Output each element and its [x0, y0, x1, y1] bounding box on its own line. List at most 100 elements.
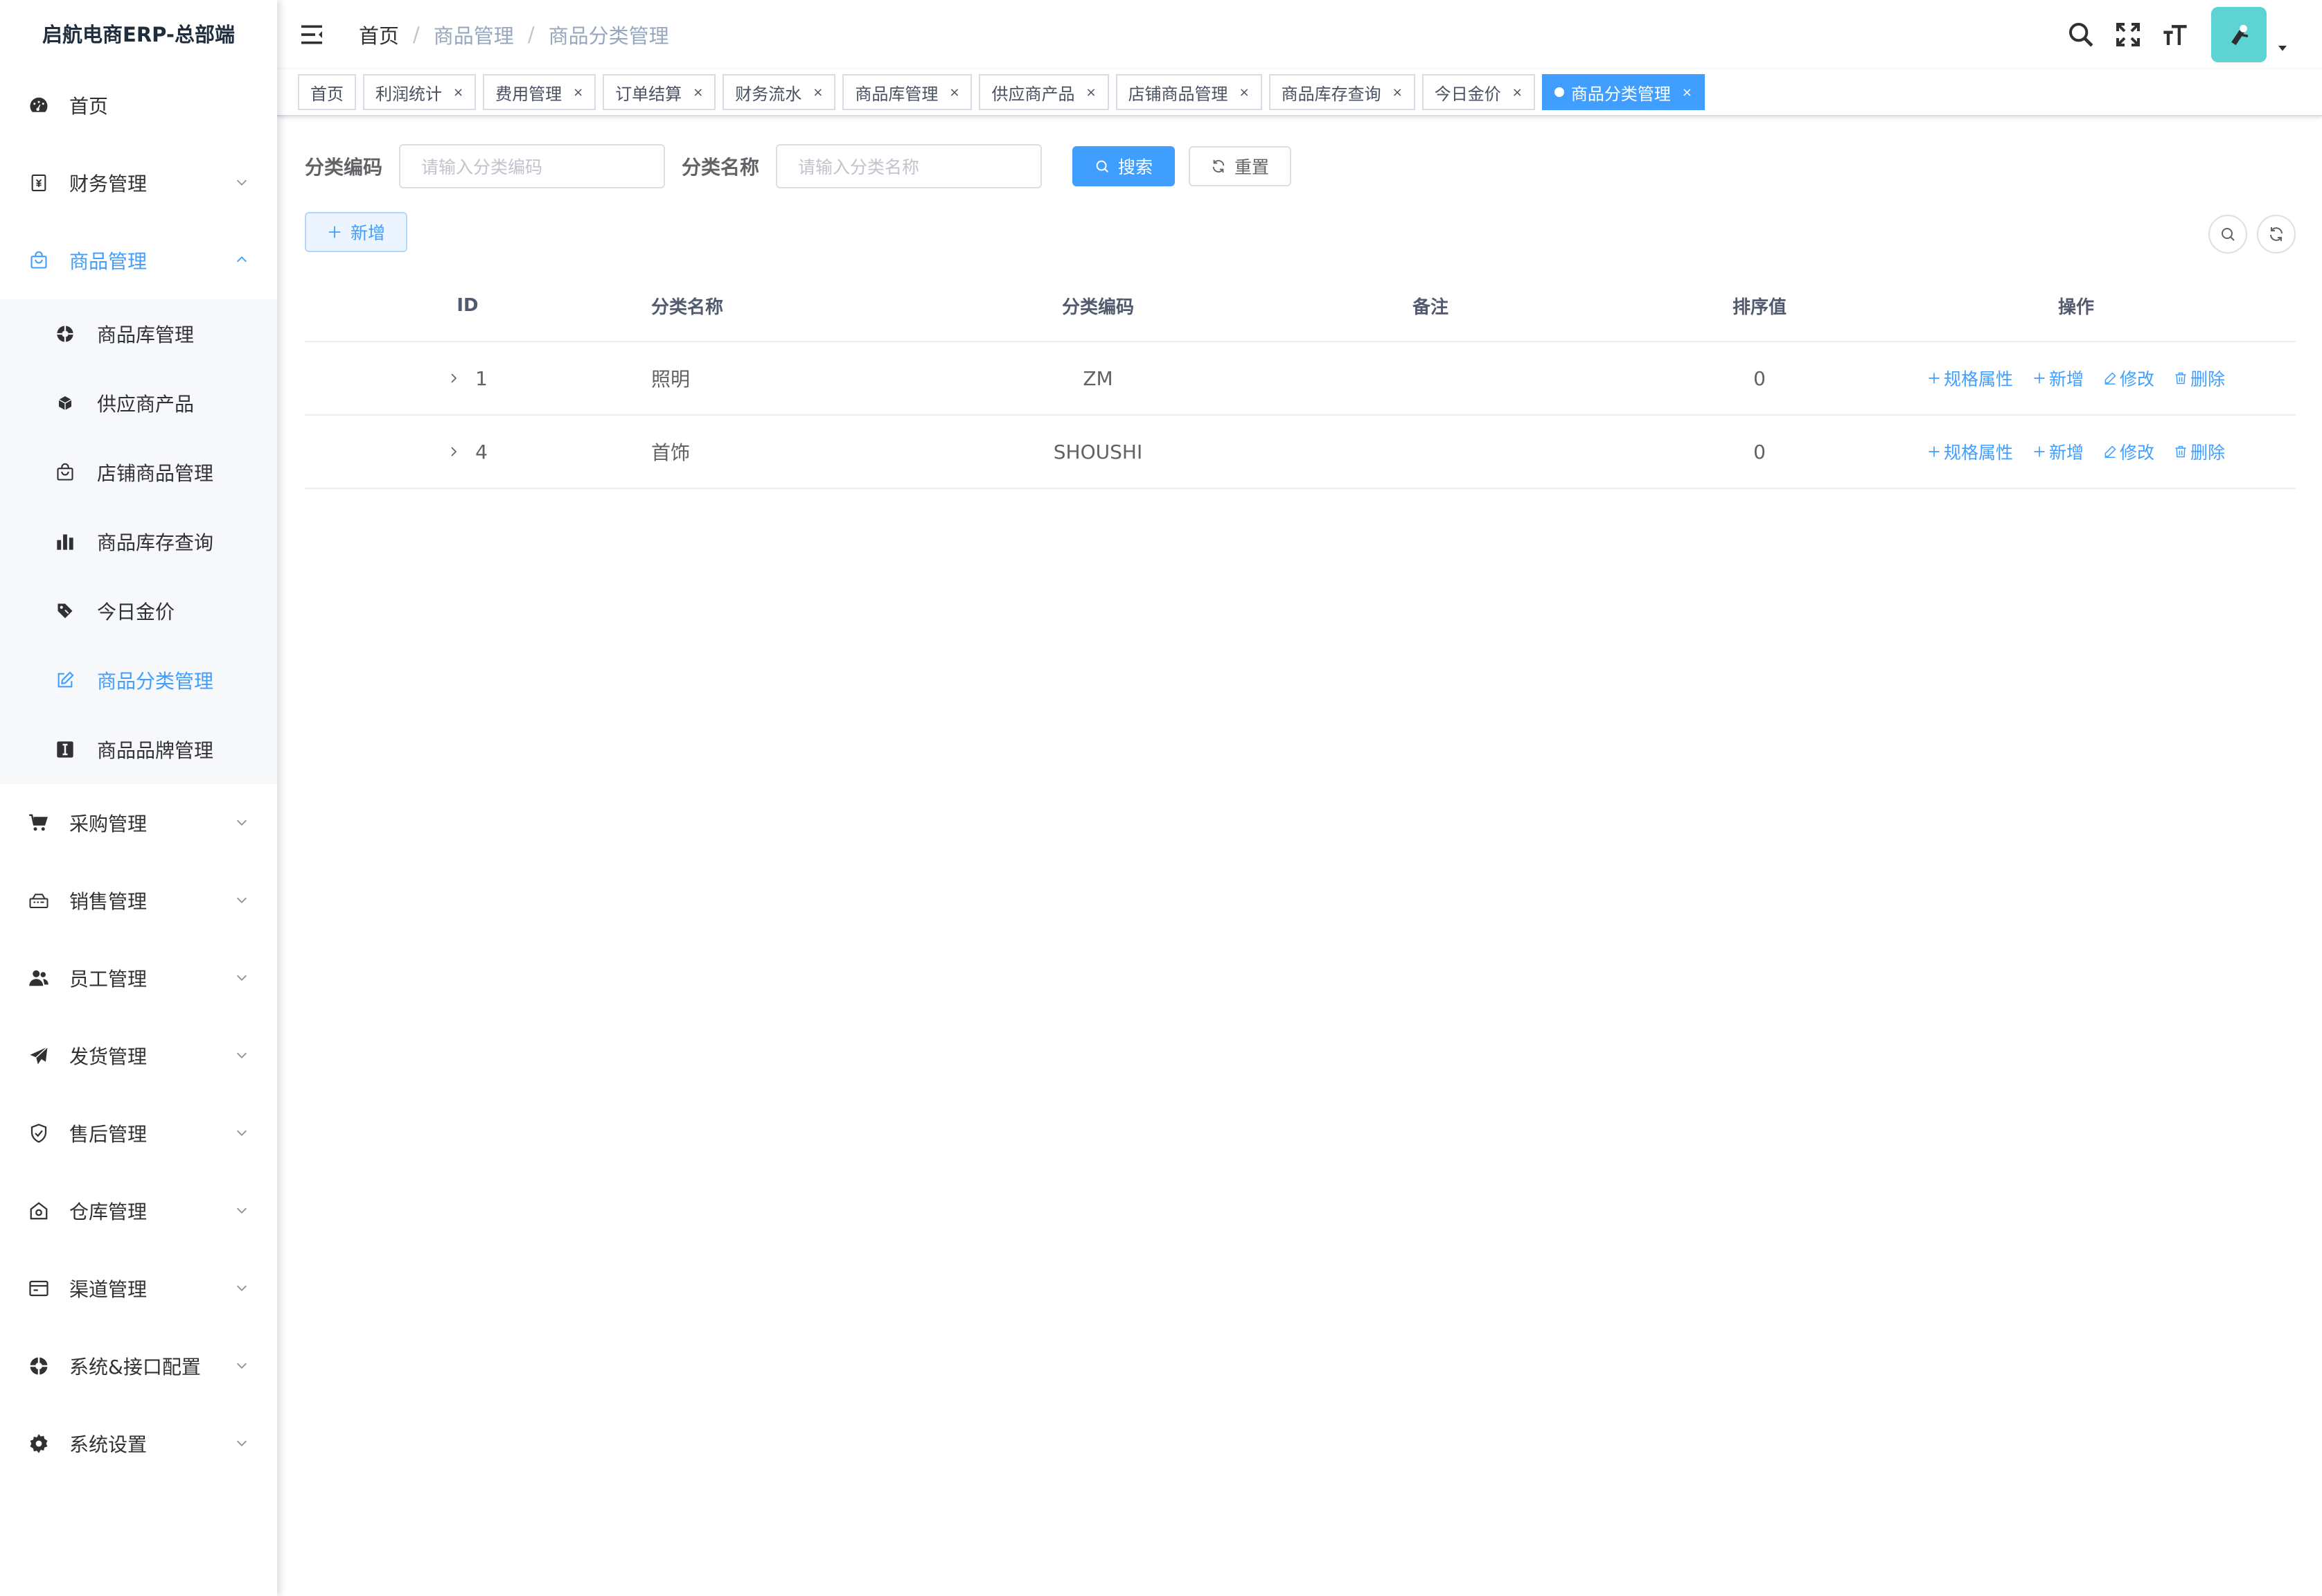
- edit-button[interactable]: 修改: [2103, 439, 2154, 464]
- sidebar-subitem-supplier-products[interactable]: 供应商产品: [0, 369, 277, 438]
- sidebar-item-home[interactable]: 首页: [0, 66, 277, 144]
- chevron-down-icon: [234, 892, 249, 907]
- add-child-button[interactable]: 新增: [2032, 439, 2084, 464]
- action-label: 新增: [2048, 443, 2084, 463]
- font-size-icon[interactable]: [2160, 19, 2190, 50]
- tag-settlement[interactable]: 订单结算 ×: [603, 74, 716, 110]
- delete-button[interactable]: 删除: [2174, 439, 2225, 464]
- close-icon[interactable]: ×: [949, 85, 959, 100]
- tag-stock-query[interactable]: 商品库存查询 ×: [1268, 74, 1415, 110]
- close-icon[interactable]: ×: [1512, 85, 1523, 100]
- trash-icon: [2174, 445, 2188, 459]
- category-code-placeholder: 请输入分类编码: [421, 157, 543, 177]
- breadcrumb-goods: 商品管理: [433, 24, 514, 48]
- close-icon[interactable]: ×: [573, 85, 583, 100]
- sidebar-item-channel[interactable]: 渠道管理: [0, 1250, 277, 1327]
- sidebar-item-aftersale[interactable]: 售后管理: [0, 1094, 277, 1172]
- trash-icon: [2174, 371, 2188, 385]
- tag-cashflow[interactable]: 财务流水 ×: [723, 74, 836, 110]
- sidebar-item-label: 系统&接口配置: [69, 1356, 201, 1378]
- reset-button[interactable]: 重置: [1189, 146, 1292, 186]
- column-header-id: ID: [457, 295, 479, 316]
- toggle-search-button[interactable]: [2208, 215, 2247, 254]
- config-icon: [25, 1352, 53, 1380]
- breadcrumb-separator: /: [527, 23, 535, 46]
- tag-label: 店铺商品管理: [1128, 84, 1228, 104]
- close-icon[interactable]: ×: [813, 85, 823, 100]
- shopping-bag-icon: [25, 247, 53, 274]
- action-label: 修改: [2120, 443, 2155, 463]
- avatar-image-icon: [2231, 24, 2249, 46]
- breadcrumb-home[interactable]: 首页: [359, 20, 399, 49]
- tag-label: 费用管理: [495, 84, 562, 104]
- close-icon[interactable]: ×: [1392, 85, 1403, 100]
- category-name-input[interactable]: 请输入分类名称: [776, 144, 1043, 188]
- table-toolbar: 新增: [305, 212, 2296, 254]
- delete-button[interactable]: 删除: [2174, 366, 2225, 391]
- tag-gold-price[interactable]: 今日金价 ×: [1421, 74, 1535, 110]
- spec-attributes-button[interactable]: 规格属性: [1927, 439, 2013, 464]
- tag-goods-library[interactable]: 商品库管理 ×: [842, 74, 973, 110]
- close-icon[interactable]: ×: [453, 85, 463, 100]
- caret-down-icon[interactable]: [2276, 42, 2289, 54]
- goods-submenu: 商品库管理 供应商产品 店铺商品管理 商品库存查询 今日金价 商品分类管理 商品…: [0, 299, 277, 784]
- sidebar-item-staff[interactable]: 员工管理: [0, 939, 277, 1017]
- plus-icon: [2032, 371, 2046, 385]
- user-avatar[interactable]: [2211, 7, 2267, 62]
- chevron-down-icon: [234, 1125, 249, 1140]
- action-label: 修改: [2120, 369, 2155, 389]
- price-tag-icon: [54, 600, 76, 622]
- tag-profit[interactable]: 利润统计 ×: [363, 74, 477, 110]
- sidebar-subitem-gold-price[interactable]: 今日金价: [0, 576, 277, 646]
- sidebar-item-label: 销售管理: [69, 890, 148, 913]
- close-icon[interactable]: ×: [693, 85, 703, 100]
- spec-attributes-button[interactable]: 规格属性: [1927, 366, 2013, 391]
- sidebar-subitem-brand[interactable]: 商品品牌管理: [0, 715, 277, 784]
- chevron-down-icon: [234, 1280, 249, 1295]
- action-label: 删除: [2190, 443, 2226, 463]
- sidebar-subitem-stock-query[interactable]: 商品库存查询: [0, 507, 277, 576]
- close-icon[interactable]: ×: [1085, 85, 1096, 100]
- tag-store-goods[interactable]: 店铺商品管理 ×: [1115, 74, 1262, 110]
- sidebar-item-settings[interactable]: 系统设置: [0, 1405, 277, 1482]
- add-child-button[interactable]: 新增: [2032, 366, 2084, 391]
- sidebar-subitem-label: 商品库存查询: [97, 531, 214, 554]
- edit-button[interactable]: 修改: [2103, 366, 2154, 391]
- sidebar-item-warehouse[interactable]: 仓库管理: [0, 1172, 277, 1250]
- sidebar-subitem-goods-library[interactable]: 商品库管理: [0, 299, 277, 369]
- close-icon[interactable]: ×: [1682, 85, 1692, 100]
- sidebar-subitem-label: 商品库管理: [97, 323, 195, 346]
- tag-expense[interactable]: 费用管理 ×: [483, 74, 596, 110]
- search-icon: [1094, 159, 1110, 174]
- box-icon: [54, 392, 76, 414]
- sidebar-subitem-category[interactable]: 商品分类管理: [0, 646, 277, 715]
- search-icon[interactable]: [2066, 19, 2096, 50]
- close-icon[interactable]: ×: [1239, 85, 1250, 100]
- fullscreen-icon[interactable]: [2113, 19, 2143, 50]
- send-icon: [25, 1042, 53, 1070]
- category-code-label: 分类编码: [305, 156, 383, 179]
- sidebar-item-sales[interactable]: 销售管理: [0, 862, 277, 939]
- sidebar-item-config[interactable]: 系统&接口配置: [0, 1327, 277, 1405]
- table-header: ID 分类名称 分类编码 备注 排序值 操作: [305, 270, 2296, 342]
- sidebar-item-shipping[interactable]: 发货管理: [0, 1017, 277, 1094]
- active-dot: [1554, 87, 1564, 97]
- tag-home[interactable]: 首页: [298, 74, 356, 110]
- tag-category-active[interactable]: 商品分类管理 ×: [1541, 74, 1705, 110]
- chevron-down-icon: [234, 970, 249, 985]
- refresh-table-button[interactable]: [2257, 215, 2296, 254]
- category-code-input[interactable]: 请输入分类编码: [399, 144, 666, 188]
- sidebar-item-purchase[interactable]: 采购管理: [0, 784, 277, 862]
- chevron-up-icon: [234, 252, 249, 267]
- sidebar-subitem-store-goods[interactable]: 店铺商品管理: [0, 438, 277, 507]
- menu-fold-icon[interactable]: [298, 21, 326, 48]
- cell-code: ZM: [1083, 366, 1113, 390]
- search-button[interactable]: 搜索: [1072, 146, 1176, 186]
- tags-view: 首页 利润统计 × 费用管理 × 订单结算 × 财务流水 × 商品库管理 × 供应商产品 ×…: [277, 69, 2322, 116]
- expand-row-icon[interactable]: [447, 372, 460, 384]
- add-category-button[interactable]: 新增: [305, 212, 408, 252]
- sidebar-item-finance[interactable]: 财务管理: [0, 144, 277, 222]
- sidebar-item-goods[interactable]: 商品管理: [0, 222, 277, 299]
- tag-supplier-products[interactable]: 供应商产品 ×: [979, 74, 1109, 110]
- expand-row-icon[interactable]: [447, 445, 460, 458]
